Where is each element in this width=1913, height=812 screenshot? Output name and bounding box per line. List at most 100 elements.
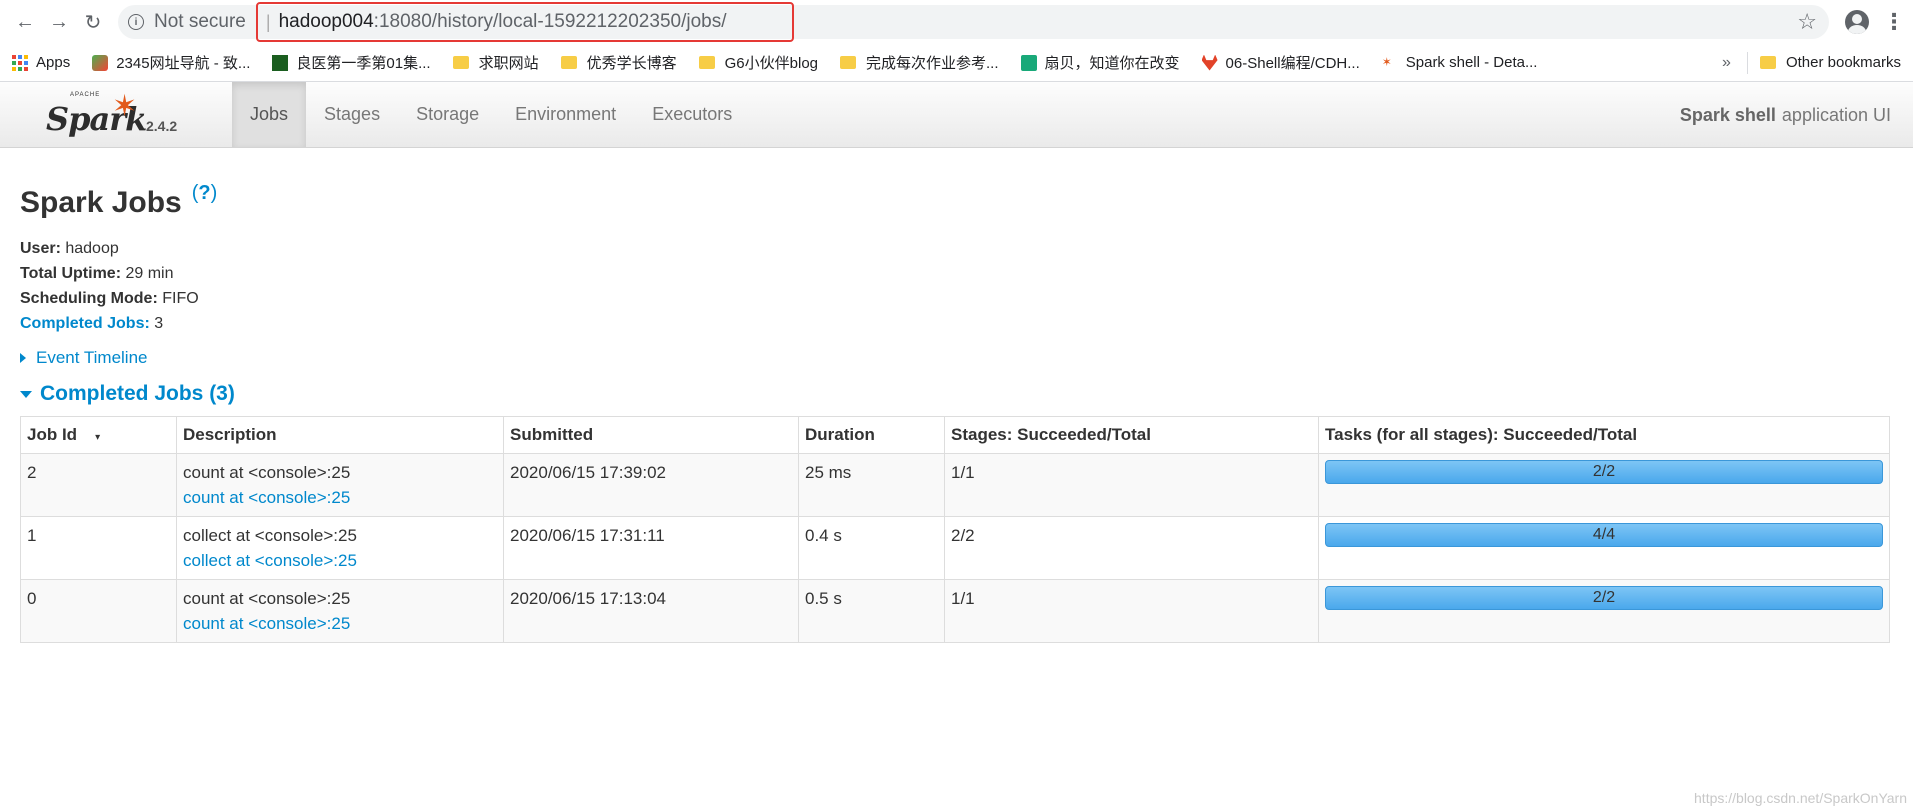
header-duration[interactable]: Duration bbox=[798, 416, 945, 454]
header-job-id[interactable]: Job Id ▾ bbox=[20, 416, 177, 454]
tab-environment[interactable]: Environment bbox=[497, 82, 634, 147]
bookmark-label: 2345网址导航 - 致... bbox=[116, 55, 251, 72]
description-link[interactable]: count at <console>:25 bbox=[183, 611, 497, 636]
bookmark-folder-homework[interactable]: 完成每次作业参考... bbox=[840, 52, 999, 73]
nav-tabs: Jobs Stages Storage Environment Executor… bbox=[232, 82, 750, 147]
logo-apache-text: APACHE bbox=[70, 91, 101, 98]
progress-label: 4/4 bbox=[1592, 526, 1616, 543]
bookmark-label: Apps bbox=[36, 54, 71, 71]
url-separator: | bbox=[265, 11, 271, 32]
description-text: count at <console>:25 bbox=[183, 463, 351, 482]
bookmark-star-icon[interactable]: ☆ bbox=[1797, 9, 1817, 35]
bookmark-folder-g6[interactable]: G6小伙伴blog bbox=[698, 52, 819, 73]
expand-arrow-icon bbox=[20, 353, 26, 363]
table-row: 1 collect at <console>:25 collect at <co… bbox=[20, 516, 1890, 580]
browser-toolbar: ← → ↻ i Not secure | hadoop004 :18080/hi… bbox=[0, 0, 1913, 44]
cell-tasks: 2/2 bbox=[1318, 453, 1890, 517]
address-bar[interactable]: i Not secure | hadoop004 :18080/history/… bbox=[118, 2, 1829, 42]
spark-version: 2.4.2 bbox=[146, 117, 178, 134]
cell-tasks: 2/2 bbox=[1318, 579, 1890, 643]
progress-label: 2/2 bbox=[1592, 463, 1616, 480]
spark-brand[interactable]: APACHE Spark ✶ 2.4.2 bbox=[0, 82, 232, 147]
bookmark-label: 良医第一季第01集... bbox=[296, 55, 431, 72]
summary-label: Total Uptime: bbox=[20, 265, 122, 282]
cell-job-id: 2 bbox=[20, 453, 177, 517]
header-stages[interactable]: Stages: Succeeded/Total bbox=[944, 416, 1319, 454]
help-icon[interactable]: ? bbox=[198, 182, 210, 204]
description-link[interactable]: collect at <console>:25 bbox=[183, 548, 497, 573]
site-icon bbox=[92, 54, 109, 71]
bookmark-gitlab[interactable]: 06-Shell编程/CDH... bbox=[1201, 52, 1360, 73]
app-suffix: application UI bbox=[1781, 104, 1891, 125]
spark-navbar: APACHE Spark ✶ 2.4.2 Jobs Stages Storage… bbox=[0, 82, 1913, 148]
sort-desc-icon: ▾ bbox=[95, 432, 101, 443]
bookmarks-bar: Apps 2345网址导航 - 致... 良医第一季第01集... 求职网站 优… bbox=[0, 44, 1913, 82]
folder-icon bbox=[1759, 56, 1776, 69]
header-tasks[interactable]: Tasks (for all stages): Succeeded/Total bbox=[1318, 416, 1890, 454]
cell-duration: 0.5 s bbox=[798, 579, 945, 643]
reload-icon[interactable]: ↻ bbox=[76, 5, 110, 39]
cell-submitted: 2020/06/15 17:31:11 bbox=[503, 516, 799, 580]
summary-value: FIFO bbox=[162, 290, 199, 307]
summary-label: User: bbox=[20, 240, 61, 257]
cell-stages: 2/2 bbox=[944, 516, 1319, 580]
section-title-text: Completed Jobs (3) bbox=[40, 382, 235, 405]
back-arrow-icon[interactable]: ← bbox=[8, 5, 42, 39]
tab-jobs[interactable]: Jobs bbox=[232, 82, 307, 147]
bookmark-folder-jobs[interactable]: 求职网站 bbox=[452, 52, 539, 73]
table-row: 0 count at <console>:25 count at <consol… bbox=[20, 579, 1890, 643]
tab-stages[interactable]: Stages bbox=[306, 82, 398, 147]
bookmark-spark-shell[interactable]: ✶ Spark shell - Deta... bbox=[1382, 54, 1538, 71]
help-link[interactable]: (?) bbox=[192, 182, 218, 205]
tasks-progress-bar: 4/4 bbox=[1325, 523, 1883, 547]
description-text: count at <console>:25 bbox=[183, 589, 351, 608]
cell-duration: 25 ms bbox=[798, 453, 945, 517]
gitlab-icon bbox=[1201, 54, 1218, 71]
bookmark-folder-blogs[interactable]: 优秀学长博客 bbox=[560, 52, 677, 73]
jobs-table: Job Id ▾ Description Submitted Duration S… bbox=[20, 416, 1890, 643]
cell-job-id: 0 bbox=[20, 579, 177, 643]
progress-label: 2/2 bbox=[1592, 589, 1616, 606]
url-highlight-box[interactable]: | hadoop004 :18080/history/local-1592212… bbox=[255, 2, 794, 42]
forward-arrow-icon[interactable]: → bbox=[42, 5, 76, 39]
cell-job-id: 1 bbox=[20, 516, 177, 580]
description-link[interactable]: count at <console>:25 bbox=[183, 485, 497, 510]
bookmark-video[interactable]: 良医第一季第01集... bbox=[272, 52, 431, 73]
completed-jobs-toggle[interactable]: Completed Jobs (3) bbox=[20, 382, 1893, 406]
tab-executors[interactable]: Executors bbox=[634, 82, 750, 147]
bookmark-apps[interactable]: Apps bbox=[12, 54, 70, 71]
folder-icon bbox=[560, 56, 577, 69]
event-timeline-toggle[interactable]: Event Timeline bbox=[20, 348, 1893, 368]
more-bookmarks-chevron-icon[interactable]: » bbox=[1722, 54, 1731, 72]
menu-dots-icon[interactable]: ⋮ bbox=[1883, 11, 1905, 33]
info-icon[interactable]: i bbox=[128, 14, 144, 30]
bookmark-label: G6小伙伴blog bbox=[724, 55, 819, 72]
spark-icon: ✶ bbox=[1381, 54, 1392, 69]
cell-stages: 1/1 bbox=[944, 453, 1319, 517]
app-title: Spark shell application UI bbox=[1680, 82, 1891, 148]
header-submitted[interactable]: Submitted bbox=[503, 416, 799, 454]
summary-value: hadoop bbox=[65, 240, 119, 257]
table-row: 2 count at <console>:25 count at <consol… bbox=[20, 453, 1890, 517]
bookmark-label: 06-Shell编程/CDH... bbox=[1225, 55, 1360, 72]
page-title: Spark Jobs (?) bbox=[20, 182, 1893, 220]
bookmark-label: 优秀学长博客 bbox=[586, 55, 677, 72]
bookmark-2345[interactable]: 2345网址导航 - 致... bbox=[92, 52, 250, 73]
cell-submitted: 2020/06/15 17:39:02 bbox=[503, 453, 799, 517]
video-icon bbox=[272, 54, 289, 71]
cell-description: collect at <console>:25 collect at <cons… bbox=[176, 516, 504, 580]
tab-storage[interactable]: Storage bbox=[398, 82, 497, 147]
cell-submitted: 2020/06/15 17:13:04 bbox=[503, 579, 799, 643]
cell-duration: 0.4 s bbox=[798, 516, 945, 580]
profile-avatar-icon[interactable] bbox=[1845, 10, 1869, 34]
folder-icon bbox=[452, 56, 469, 69]
bookmark-other[interactable]: Other bookmarks bbox=[1759, 54, 1901, 71]
completed-jobs-link[interactable]: Completed Jobs: bbox=[20, 315, 150, 332]
bookmark-shanbay[interactable]: 扇贝，知道你在改变 bbox=[1020, 52, 1180, 73]
cell-description: count at <console>:25 count at <console>… bbox=[176, 453, 504, 517]
header-label: Job Id bbox=[27, 425, 78, 444]
bookmark-label: 求职网站 bbox=[478, 55, 539, 72]
cell-stages: 1/1 bbox=[944, 579, 1319, 643]
header-description[interactable]: Description bbox=[176, 416, 504, 454]
summary-user: User: hadoop bbox=[20, 236, 1893, 261]
